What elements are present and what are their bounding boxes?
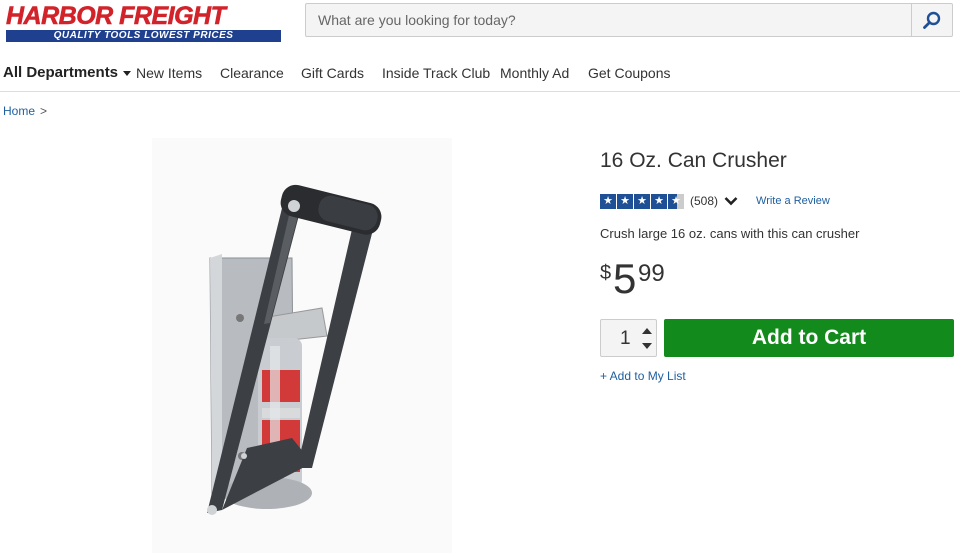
logo-tagline: QUALITY TOOLS LOWEST PRICES bbox=[6, 30, 281, 42]
star-icon: ★ bbox=[617, 193, 633, 209]
add-to-cart-button[interactable]: Add to Cart bbox=[664, 319, 954, 357]
breadcrumb: Home > bbox=[3, 104, 47, 118]
star-icon: ★ bbox=[634, 193, 650, 209]
product-title: 16 Oz. Can Crusher bbox=[600, 149, 787, 172]
search-input[interactable] bbox=[306, 4, 912, 36]
nav-item-get-coupons[interactable]: Get Coupons bbox=[588, 65, 671, 81]
harbor-freight-logo[interactable]: HARBOR FREIGHT QUALITY TOOLS LOWEST PRIC… bbox=[6, 2, 281, 42]
breadcrumb-separator: > bbox=[40, 104, 48, 118]
nav-item-clearance[interactable]: Clearance bbox=[220, 65, 284, 81]
can-crusher-image bbox=[207, 184, 382, 515]
price-dollars: 5 bbox=[613, 255, 637, 302]
nav-item-new-items[interactable]: New Items bbox=[136, 65, 202, 81]
price-cents: 99 bbox=[638, 260, 665, 287]
all-departments-menu[interactable]: All Departments bbox=[3, 64, 132, 81]
breadcrumb-home[interactable]: Home bbox=[3, 104, 35, 118]
quantity-value[interactable]: 1 bbox=[620, 328, 631, 350]
quantity-stepper[interactable]: 1 bbox=[600, 319, 657, 357]
caret-down-icon bbox=[123, 70, 132, 76]
logo-wordmark: HARBOR FREIGHT bbox=[6, 2, 226, 30]
nav-item-monthly-ad[interactable]: Monthly Ad bbox=[500, 65, 569, 81]
price-currency: $ bbox=[600, 262, 612, 284]
rating-row: ★ ★ ★ ★ ★ (508) Write a Review bbox=[600, 191, 830, 211]
add-to-list-link[interactable]: + Add to My List bbox=[600, 369, 686, 383]
rating-stars[interactable]: ★ ★ ★ ★ ★ bbox=[600, 193, 684, 209]
all-departments-label: All Departments bbox=[3, 64, 119, 81]
review-count[interactable]: (508) bbox=[690, 194, 718, 208]
increment-arrow-icon[interactable] bbox=[642, 328, 652, 334]
site-header: HARBOR FREIGHT QUALITY TOOLS LOWEST PRIC… bbox=[0, 0, 960, 42]
product-image[interactable] bbox=[152, 138, 452, 553]
decrement-arrow-icon[interactable] bbox=[642, 343, 652, 349]
search-button[interactable] bbox=[911, 4, 952, 36]
product-description: Crush large 16 oz. cans with this can cr… bbox=[600, 226, 860, 241]
star-icon: ★ bbox=[651, 193, 667, 209]
half-star-icon: ★ bbox=[668, 193, 684, 209]
search-bar bbox=[305, 3, 953, 37]
search-icon bbox=[923, 11, 941, 29]
main-nav: All Departments New Items Clearance Gift… bbox=[0, 56, 960, 92]
star-icon: ★ bbox=[600, 193, 616, 209]
write-review-link[interactable]: Write a Review bbox=[756, 195, 830, 207]
nav-item-gift-cards[interactable]: Gift Cards bbox=[301, 65, 364, 81]
chevron-down-icon[interactable] bbox=[724, 196, 738, 206]
nav-item-inside-track-club[interactable]: Inside Track Club bbox=[382, 65, 490, 81]
